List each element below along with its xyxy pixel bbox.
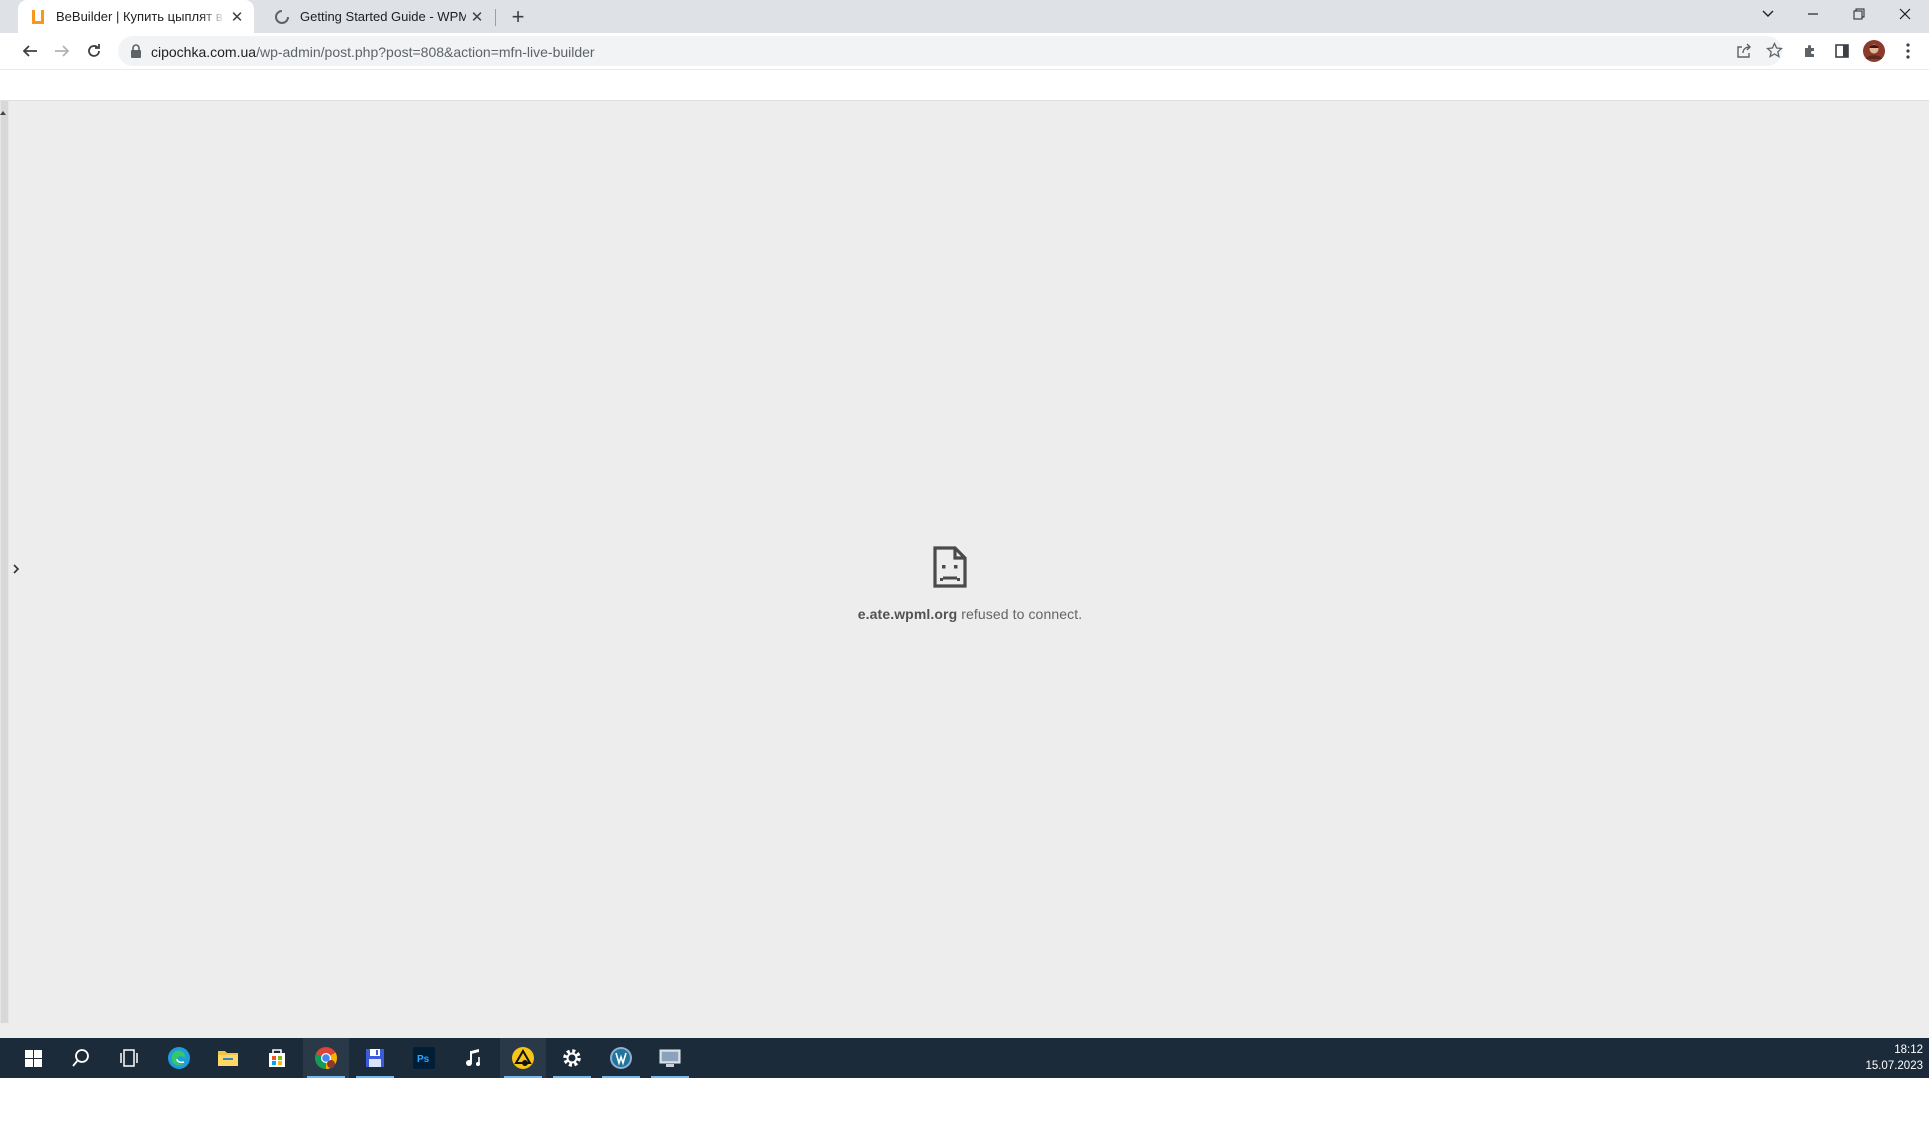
address-bar[interactable]: cipochka.com.ua/wp-admin/post.php?post=8… (118, 36, 1784, 66)
triangle-app-icon[interactable] (500, 1038, 546, 1078)
sad-document-icon (932, 545, 968, 589)
microsoft-store-icon[interactable] (254, 1038, 300, 1078)
error-text: refused to connect. (957, 606, 1083, 622)
back-arrow-icon[interactable] (16, 38, 44, 64)
share-icon[interactable] (1736, 43, 1752, 64)
close-window-icon[interactable] (1882, 0, 1928, 28)
scrollbar-thumb[interactable] (1, 101, 8, 1023)
lock-icon[interactable] (130, 44, 142, 63)
forward-arrow-icon[interactable] (48, 38, 76, 64)
url-path: /wp-admin/post.php?post=808&action=mfn-l… (256, 44, 595, 60)
system-clock[interactable]: 18:12 15.07.2023 (1865, 1042, 1923, 1074)
remote-desktop-app-icon[interactable] (647, 1038, 693, 1078)
tab-search-chevron-icon[interactable] (1745, 0, 1791, 28)
bebuilder-logo-icon (28, 7, 48, 27)
edge-icon[interactable] (156, 1038, 202, 1078)
new-tab-button[interactable]: + (504, 4, 532, 29)
photoshop-icon[interactable]: Ps (401, 1038, 447, 1078)
browser-toolbar: cipochka.com.ua/wp-admin/post.php?post=8… (0, 33, 1929, 70)
save-disk-app-icon[interactable] (352, 1038, 398, 1078)
left-scrollbar[interactable] (0, 101, 9, 1023)
tab-close-icon[interactable]: ✕ (226, 6, 248, 28)
file-explorer-icon[interactable] (205, 1038, 251, 1078)
url-host: cipochka.com.ua (151, 44, 257, 60)
tab-bebuilder[interactable]: BeBuilder | Купить цыплят в Полтаве ✕ (18, 0, 254, 33)
tab-close-icon[interactable]: ✕ (466, 6, 488, 28)
search-icon[interactable] (58, 1038, 104, 1078)
side-panel-icon[interactable] (1828, 38, 1856, 64)
builder-top-bar (0, 70, 1929, 101)
clock-time: 18:12 (1894, 1044, 1923, 1056)
chrome-icon[interactable] (303, 1038, 349, 1078)
scroll-up-arrow-icon[interactable] (0, 104, 8, 122)
task-view-icon[interactable] (106, 1038, 152, 1078)
tab-strip: BeBuilder | Купить цыплят в Полтаве ✕ Ge… (0, 0, 1929, 33)
tab-title: Getting Started Guide - WPML (300, 9, 466, 24)
error-host: e.ate.wpml.org (857, 606, 958, 622)
minimize-icon[interactable] (1790, 0, 1836, 28)
menu-kebab-icon[interactable] (1894, 38, 1922, 64)
loading-spinner-icon (272, 7, 292, 27)
windows-taskbar: Ps 18:12 15.07.2023 (0, 1038, 1929, 1078)
clock-date: 15.07.2023 (1865, 1060, 1923, 1072)
tab-wpml-guide[interactable]: Getting Started Guide - WPML ✕ (262, 0, 494, 33)
restore-icon[interactable] (1836, 0, 1882, 28)
error-message: e.ate.wpml.org refused to connect. (0, 606, 1929, 622)
url-text[interactable]: cipochka.com.ua/wp-admin/post.php?post=8… (151, 44, 595, 60)
wordpress-app-icon[interactable] (598, 1038, 644, 1078)
svg-text:Ps: Ps (417, 1054, 430, 1065)
tab-title: BeBuilder | Купить цыплят в Полтаве (56, 9, 226, 24)
tab-separator (495, 9, 496, 26)
sidebar-expand-chevron-icon[interactable] (9, 556, 23, 582)
below-screen-area (0, 1078, 1929, 1147)
extensions-puzzle-icon[interactable] (1796, 38, 1824, 64)
music-app-icon[interactable] (451, 1038, 497, 1078)
bookmark-star-icon[interactable] (1765, 41, 1784, 64)
reload-icon[interactable] (80, 38, 108, 64)
profile-avatar[interactable] (1860, 38, 1888, 64)
windows-start-icon[interactable] (10, 1038, 56, 1078)
settings-gear-icon[interactable] (549, 1038, 595, 1078)
